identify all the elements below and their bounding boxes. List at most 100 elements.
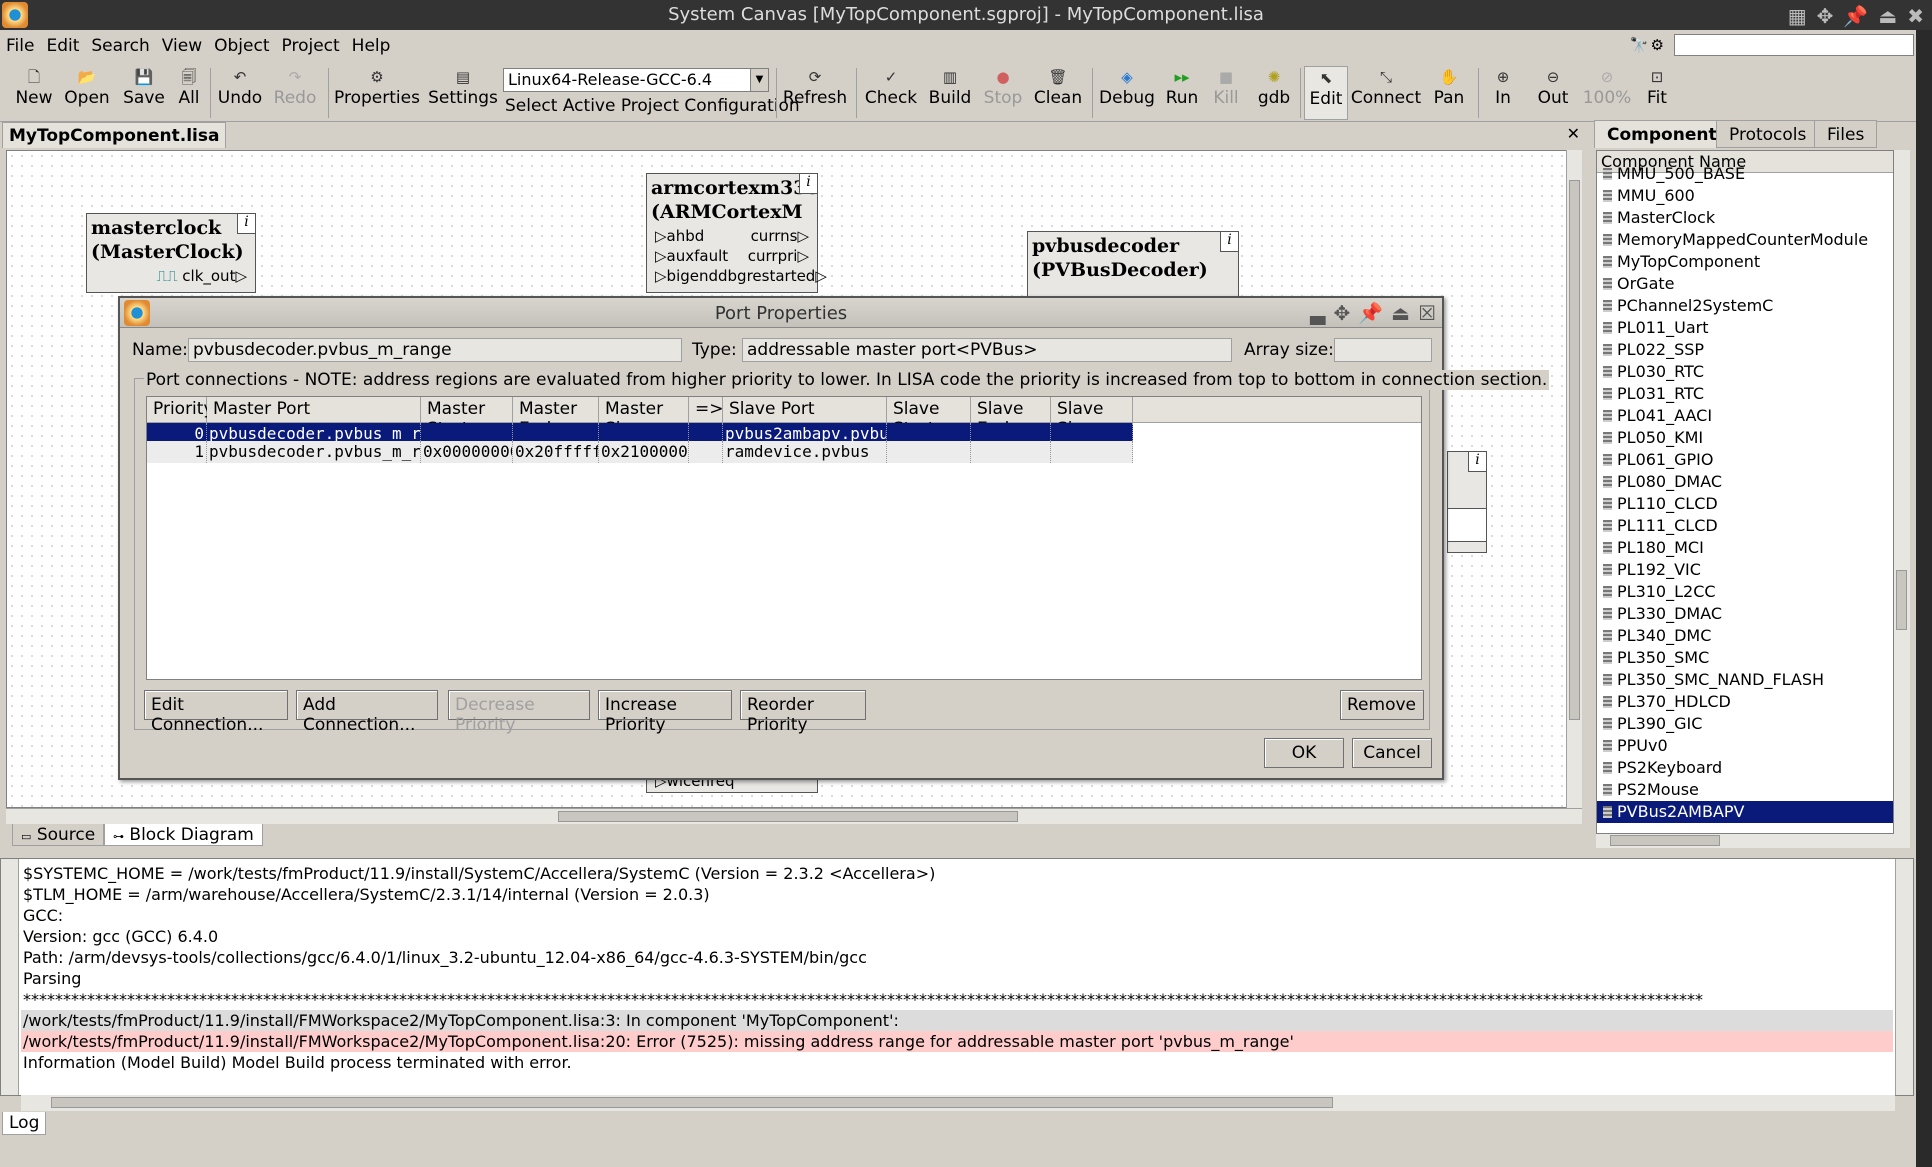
list-item[interactable]: PL080_DMAC [1597,471,1893,493]
open-button[interactable]: 📂 Open [64,66,110,120]
column-header[interactable]: Slave Size [1051,397,1133,439]
menu-help[interactable]: Help [346,30,397,62]
port-row[interactable]: ▷bigend dbgrestarted▷ [647,266,827,286]
info-icon[interactable]: i [799,174,817,194]
tab-log[interactable]: Log [2,1112,47,1135]
decrease-priority-button[interactable]: Decrease Priority [448,690,590,735]
stop-button[interactable]: ● Stop [984,66,1023,120]
menu-view[interactable]: View [156,30,208,62]
name-field[interactable]: pvbusdecoder.pvbus_m_range [188,338,682,362]
list-item[interactable]: MasterClock [1597,207,1893,229]
zoom-100-button[interactable]: ⊘ 100% [1583,66,1632,120]
tile-icon[interactable]: ▦ [1788,4,1807,28]
edit-mode-button[interactable]: ⬉ Edit [1304,66,1348,120]
info-icon[interactable]: i [1468,452,1486,472]
list-item[interactable]: PL350_SMC [1597,647,1893,669]
component-list-scrollbar[interactable] [1894,150,1910,834]
menu-search[interactable]: Search [85,30,155,62]
pin-icon[interactable]: 📌 [1358,301,1383,325]
run-button[interactable]: ▸▸ Run [1164,66,1200,120]
undo-button[interactable]: ↶ Undo [218,66,262,120]
list-item[interactable]: MMU_600 [1597,185,1893,207]
tab-mytopcomponent[interactable]: MyTopComponent.lisa [2,122,227,148]
list-item[interactable]: PL370_HDLCD [1597,691,1893,713]
list-item[interactable]: PS2Mouse [1597,779,1893,801]
move-icon[interactable]: ✥ [1817,4,1834,28]
list-item[interactable]: PS2Keyboard [1597,757,1893,779]
list-item[interactable]: MyTopComponent [1597,251,1893,273]
refresh-button[interactable]: ⟳ Refresh [783,66,847,120]
menu-project[interactable]: Project [276,30,346,62]
list-item[interactable]: PPUv0 [1597,735,1893,757]
tab-block-diagram[interactable]: ⊶ Block Diagram [104,824,263,846]
list-item[interactable]: PL031_RTC [1597,383,1893,405]
tab-files[interactable]: Files [1814,120,1878,148]
pan-button[interactable]: ✋ Pan [1428,66,1470,120]
maximize-icon[interactable]: ⏏ [1878,4,1897,28]
clean-button[interactable]: 🗑 Clean [1034,66,1082,120]
fit-button[interactable]: ⊡ Fit [1642,66,1672,120]
list-item[interactable]: PL340_DMC [1597,625,1893,647]
maximize-icon[interactable]: ⏏ [1391,301,1410,325]
connect-button[interactable]: ⤡ Connect [1351,66,1421,120]
gdb-button[interactable]: ✺ gdb [1256,66,1292,120]
info-icon[interactable]: i [237,214,255,234]
array-size-field[interactable] [1334,338,1432,362]
column-header[interactable]: => [689,397,724,423]
component-list-hscrollbar[interactable] [1596,834,1910,848]
column-header[interactable]: Slave Port [723,397,887,423]
list-item[interactable]: PVBus2AMBAPV [1597,801,1893,823]
type-field[interactable]: addressable master port<PVBus> [742,338,1232,362]
close-tab-icon[interactable]: ✕ [1567,124,1580,143]
column-header[interactable]: Slave End [971,397,1051,439]
kill-button[interactable]: ■ Kill [1210,66,1242,120]
info-icon[interactable]: i [1220,232,1238,252]
list-item[interactable]: PL310_L2CC [1597,581,1893,603]
properties-button[interactable]: ⚙ Properties [334,66,420,120]
log-hscrollbar[interactable] [21,1095,1895,1111]
pin-icon[interactable]: 📌 [1843,4,1868,28]
component-masterclock[interactable]: masterclock (MasterClock) i ⎍⎍ clk_out ▷ [86,213,256,293]
component-armcortexm33c[interactable]: armcortexm33c (ARMCortexM i ▷ahbd currns▷ … [646,173,827,293]
list-item[interactable]: PL050_KMI [1597,427,1893,449]
list-item[interactable]: OrGate [1597,273,1893,295]
list-item[interactable]: PL110_CLCD [1597,493,1893,515]
list-item[interactable]: PL030_RTC [1597,361,1893,383]
list-item[interactable]: PL390_GIC [1597,713,1893,735]
table-row[interactable]: 1pvbusdecoder.pvbus_m_range0x000000000x2… [147,441,1133,463]
column-header[interactable]: Master Start [421,397,513,439]
list-item[interactable]: PL330_DMAC [1597,603,1893,625]
debug-button[interactable]: ◈ Debug [1099,66,1155,120]
connections-table[interactable]: PriorityMaster PortMaster StartMaster En… [146,396,1422,680]
close-icon[interactable]: ☒ [1418,301,1436,325]
list-item[interactable]: PL111_CLCD [1597,515,1893,537]
component-partial[interactable]: i [1447,451,1487,553]
cancel-button[interactable]: Cancel [1352,738,1432,768]
canvas-horizontal-scrollbar[interactable] [6,808,1582,824]
list-item[interactable]: PL180_MCI [1597,537,1893,559]
port-row[interactable]: ▷ahbd currns▷ [647,226,817,246]
redo-button[interactable]: ↷ Redo [272,66,318,120]
list-item[interactable]: PL011_Uart [1597,317,1893,339]
remove-button[interactable]: Remove [1340,690,1424,720]
zoom-out-button[interactable]: ⊖ Out [1534,66,1572,120]
menu-object[interactable]: Object [208,30,275,62]
port-row[interactable]: ▷auxfault currpri▷ [647,246,817,266]
find-icon[interactable]: 🔭⚙ [1630,36,1666,54]
log-line-error[interactable]: /work/tests/fmProduct/11.9/install/FMWor… [21,1031,1893,1052]
increase-priority-button[interactable]: Increase Priority [598,690,732,735]
tab-protocols[interactable]: Protocols [1716,120,1820,148]
zoom-in-button[interactable]: ⊕ In [1488,66,1518,120]
column-header[interactable]: Master Port [207,397,421,423]
menu-file[interactable]: File [0,30,40,62]
save-all-button[interactable]: 🗐 All [176,66,202,120]
new-button[interactable]: 🗋 New [14,66,54,120]
edit-connection-button[interactable]: Edit Connection... [144,690,288,735]
list-item[interactable]: PL041_AACI [1597,405,1893,427]
column-header[interactable]: Master End [513,397,599,439]
minimize-icon[interactable]: ▃ [1310,301,1325,325]
list-item[interactable]: PL022_SSP [1597,339,1893,361]
column-header[interactable]: Priority [147,397,214,423]
check-button[interactable]: ✓ Check [865,66,917,120]
list-item[interactable]: MemoryMappedCounterModule [1597,229,1893,251]
